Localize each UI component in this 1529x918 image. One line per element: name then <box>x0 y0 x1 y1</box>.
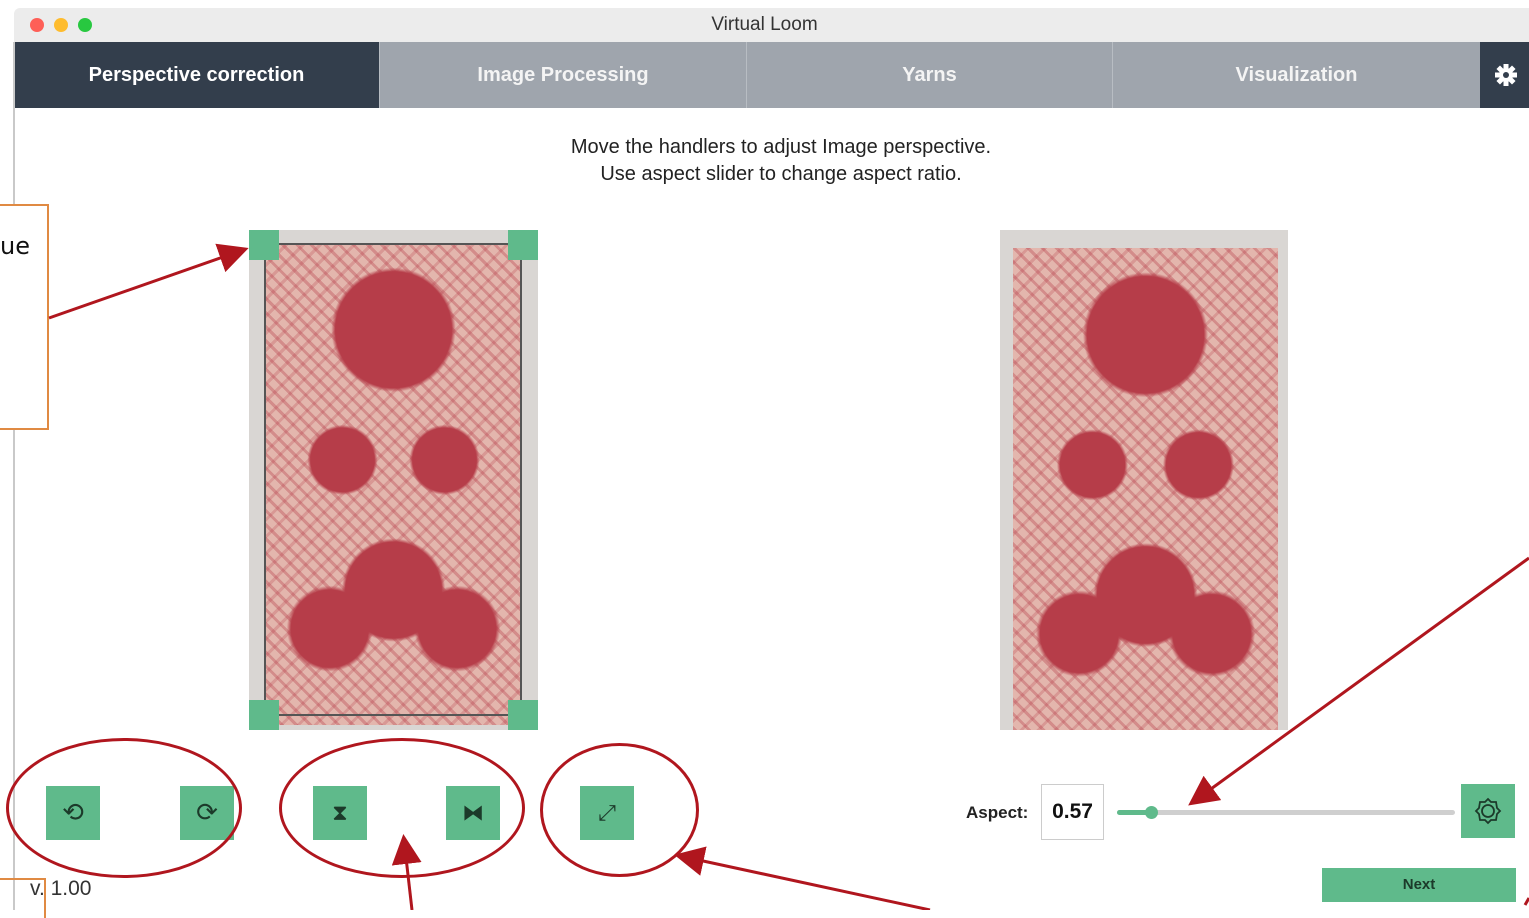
annotation-arrow-slider <box>1188 556 1529 806</box>
annotation-arrow-handle <box>48 243 249 320</box>
annotation-arrow-expand <box>674 846 931 910</box>
annotation-arrow-flip <box>391 834 422 910</box>
annotation-arrows <box>48 243 1529 910</box>
annotation-arrow-next <box>1523 897 1529 906</box>
